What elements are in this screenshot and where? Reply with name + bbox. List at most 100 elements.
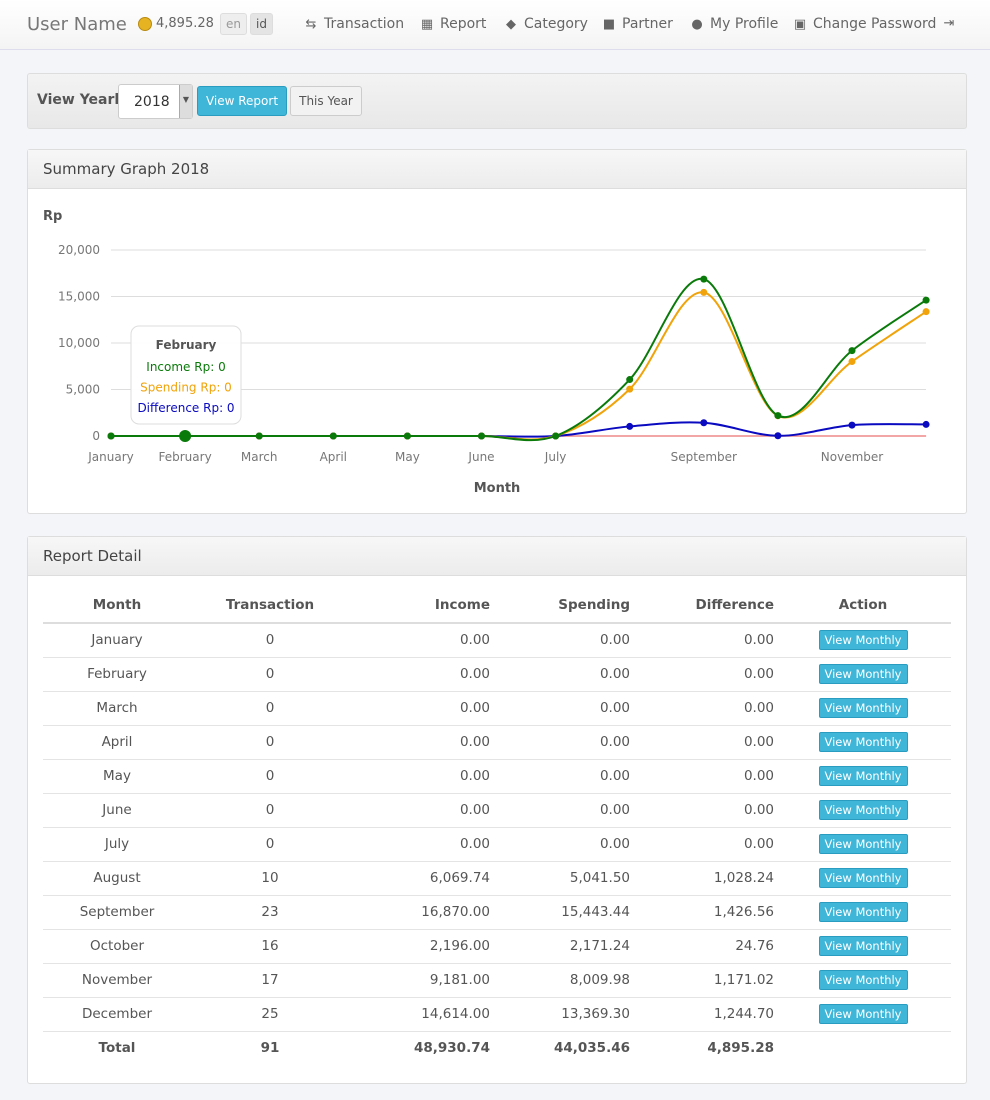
view-monthly-button[interactable]: View Monthly: [818, 800, 908, 820]
data-point-difference: [922, 420, 930, 428]
column-header: Spending: [491, 587, 631, 624]
nav-label: Change Password: [813, 16, 937, 32]
coins-icon: [138, 16, 152, 31]
nav-change-password[interactable]: ▣ Change Password: [793, 16, 937, 32]
table-row: May 0 0.00 0.00 0.00 View Monthly: [43, 759, 951, 794]
data-point-income: [626, 376, 634, 384]
cell-income: 16,870.00: [349, 895, 491, 930]
cell-transaction: 0: [191, 657, 349, 692]
cell-spending: 0.00: [491, 623, 631, 658]
panel-title: Summary Graph 2018: [28, 150, 966, 189]
view-monthly-button[interactable]: View Monthly: [818, 698, 908, 718]
x-tick-label: May: [395, 450, 420, 464]
view-monthly-button[interactable]: View Monthly: [818, 834, 908, 854]
cell-spending: 0.00: [491, 759, 631, 794]
y-tick-label: 15,000: [58, 290, 100, 304]
cell-transaction: 0: [191, 691, 349, 726]
cell-transaction: 10: [191, 861, 349, 896]
view-report-button[interactable]: View Report: [197, 86, 287, 116]
table-row: October 16 2,196.00 2,171.24 24.76 View Month…: [43, 929, 951, 964]
x-tick-label: March: [241, 450, 278, 464]
cell-income: 0.00: [349, 793, 491, 828]
nav-category[interactable]: ◆ Category: [504, 16, 588, 32]
summary-graph-panel: Summary Graph 2018 Rp Month 20,000 15,000 10…: [27, 149, 967, 514]
cell-transaction: 0: [191, 759, 349, 794]
cell-spending: 0.00: [491, 725, 631, 760]
cell-spending: 0.00: [491, 691, 631, 726]
cell-month: January: [43, 623, 191, 658]
view-monthly-button[interactable]: View Monthly: [818, 732, 908, 752]
year-value: 2018: [134, 94, 170, 110]
user-icon: ●: [691, 16, 703, 32]
cell-difference: 0.00: [631, 691, 775, 726]
x-tick-label: September: [671, 450, 737, 464]
x-tick-label: July: [544, 450, 567, 464]
lang-en-button[interactable]: en: [220, 13, 247, 35]
cell-action: View Monthly: [775, 997, 951, 1032]
cell-spending: 8,009.98: [491, 963, 631, 998]
data-point-income: [848, 347, 856, 355]
view-monthly-button[interactable]: View Monthly: [818, 1004, 908, 1024]
nav-partner[interactable]: ■ Partner: [602, 16, 673, 32]
navbar: User Name 4,895.28 en id ⇆ Transaction ▦ R…: [0, 0, 990, 50]
column-header: Transaction: [191, 587, 349, 624]
cell-transaction: 91: [260, 1040, 280, 1057]
view-monthly-button[interactable]: View Monthly: [818, 868, 908, 888]
data-point-spending: [700, 288, 708, 296]
panel-title: Report Detail: [28, 537, 966, 576]
cell-transaction: 0: [191, 623, 349, 658]
year-select[interactable]: 2018 ▼: [118, 84, 193, 119]
summary-chart: Rp Month 20,000 15,000 10,000 5,000 0 January Fe…: [43, 209, 930, 496]
user-name[interactable]: User Name: [27, 14, 127, 35]
cell-income: 0.00: [349, 657, 491, 692]
view-monthly-button[interactable]: View Monthly: [818, 664, 908, 684]
balance: 4,895.28: [138, 16, 214, 31]
nav-label: Category: [524, 16, 588, 32]
table-row: June 0 0.00 0.00 0.00 View Monthly: [43, 793, 951, 828]
view-monthly-button[interactable]: View Monthly: [818, 902, 908, 922]
cell-transaction: 0: [191, 793, 349, 828]
view-monthly-button[interactable]: View Monthly: [818, 630, 908, 651]
grid-icon: ■: [602, 16, 616, 32]
view-yearly-label: View Yearly: [37, 92, 129, 108]
x-tick-label: November: [821, 450, 883, 464]
nav-label: Report: [440, 16, 487, 32]
view-monthly-button[interactable]: View Monthly: [818, 970, 908, 990]
table-row: February 0 0.00 0.00 0.00 View Monthly: [43, 657, 951, 692]
cell-income: 2,196.00: [349, 929, 491, 964]
nav-report[interactable]: ▦ Report: [420, 16, 487, 32]
lang-id-button[interactable]: id: [250, 13, 273, 35]
cell-month: May: [43, 759, 191, 794]
lock-icon: ▣: [793, 16, 807, 32]
cell-action: View Monthly: [775, 895, 951, 930]
y-tick-label: 20,000: [58, 243, 100, 257]
cell-difference: 0.00: [631, 793, 775, 828]
this-year-button[interactable]: This Year: [290, 86, 362, 116]
nav-my-profile[interactable]: ● My Profile: [690, 16, 778, 32]
table-row: March 0 0.00 0.00 0.00 View Monthly: [43, 691, 951, 726]
view-monthly-button[interactable]: View Monthly: [818, 766, 908, 786]
data-point-spending: [848, 358, 856, 366]
data-point-income: [403, 432, 411, 440]
balance-value: 4,895.28: [156, 16, 214, 31]
logout-icon: ⇥: [943, 16, 955, 31]
tooltip-title: February: [156, 338, 217, 352]
table-row: April 0 0.00 0.00 0.00 View Monthly: [43, 725, 951, 760]
cell-month: June: [43, 793, 191, 828]
cell-spending: 2,171.24: [491, 929, 631, 964]
cell-spending: 13,369.30: [491, 997, 631, 1032]
x-axis-label: Month: [474, 481, 521, 496]
cell-month: July: [43, 827, 191, 862]
data-point-income: [255, 432, 263, 440]
cell-transaction: 23: [191, 895, 349, 930]
data-point-income: [552, 432, 560, 440]
cell-month: April: [43, 725, 191, 760]
nav-transaction[interactable]: ⇆ Transaction: [304, 16, 405, 32]
cell-spending: 0.00: [491, 657, 631, 692]
cell-spending: 44,035.46: [553, 1040, 630, 1057]
view-monthly-button[interactable]: View Monthly: [818, 936, 908, 956]
cell-transaction: 17: [191, 963, 349, 998]
logout-button[interactable]: ⇥: [942, 16, 956, 31]
y-tick-label: 5,000: [66, 383, 100, 397]
cell-transaction: 16: [191, 929, 349, 964]
